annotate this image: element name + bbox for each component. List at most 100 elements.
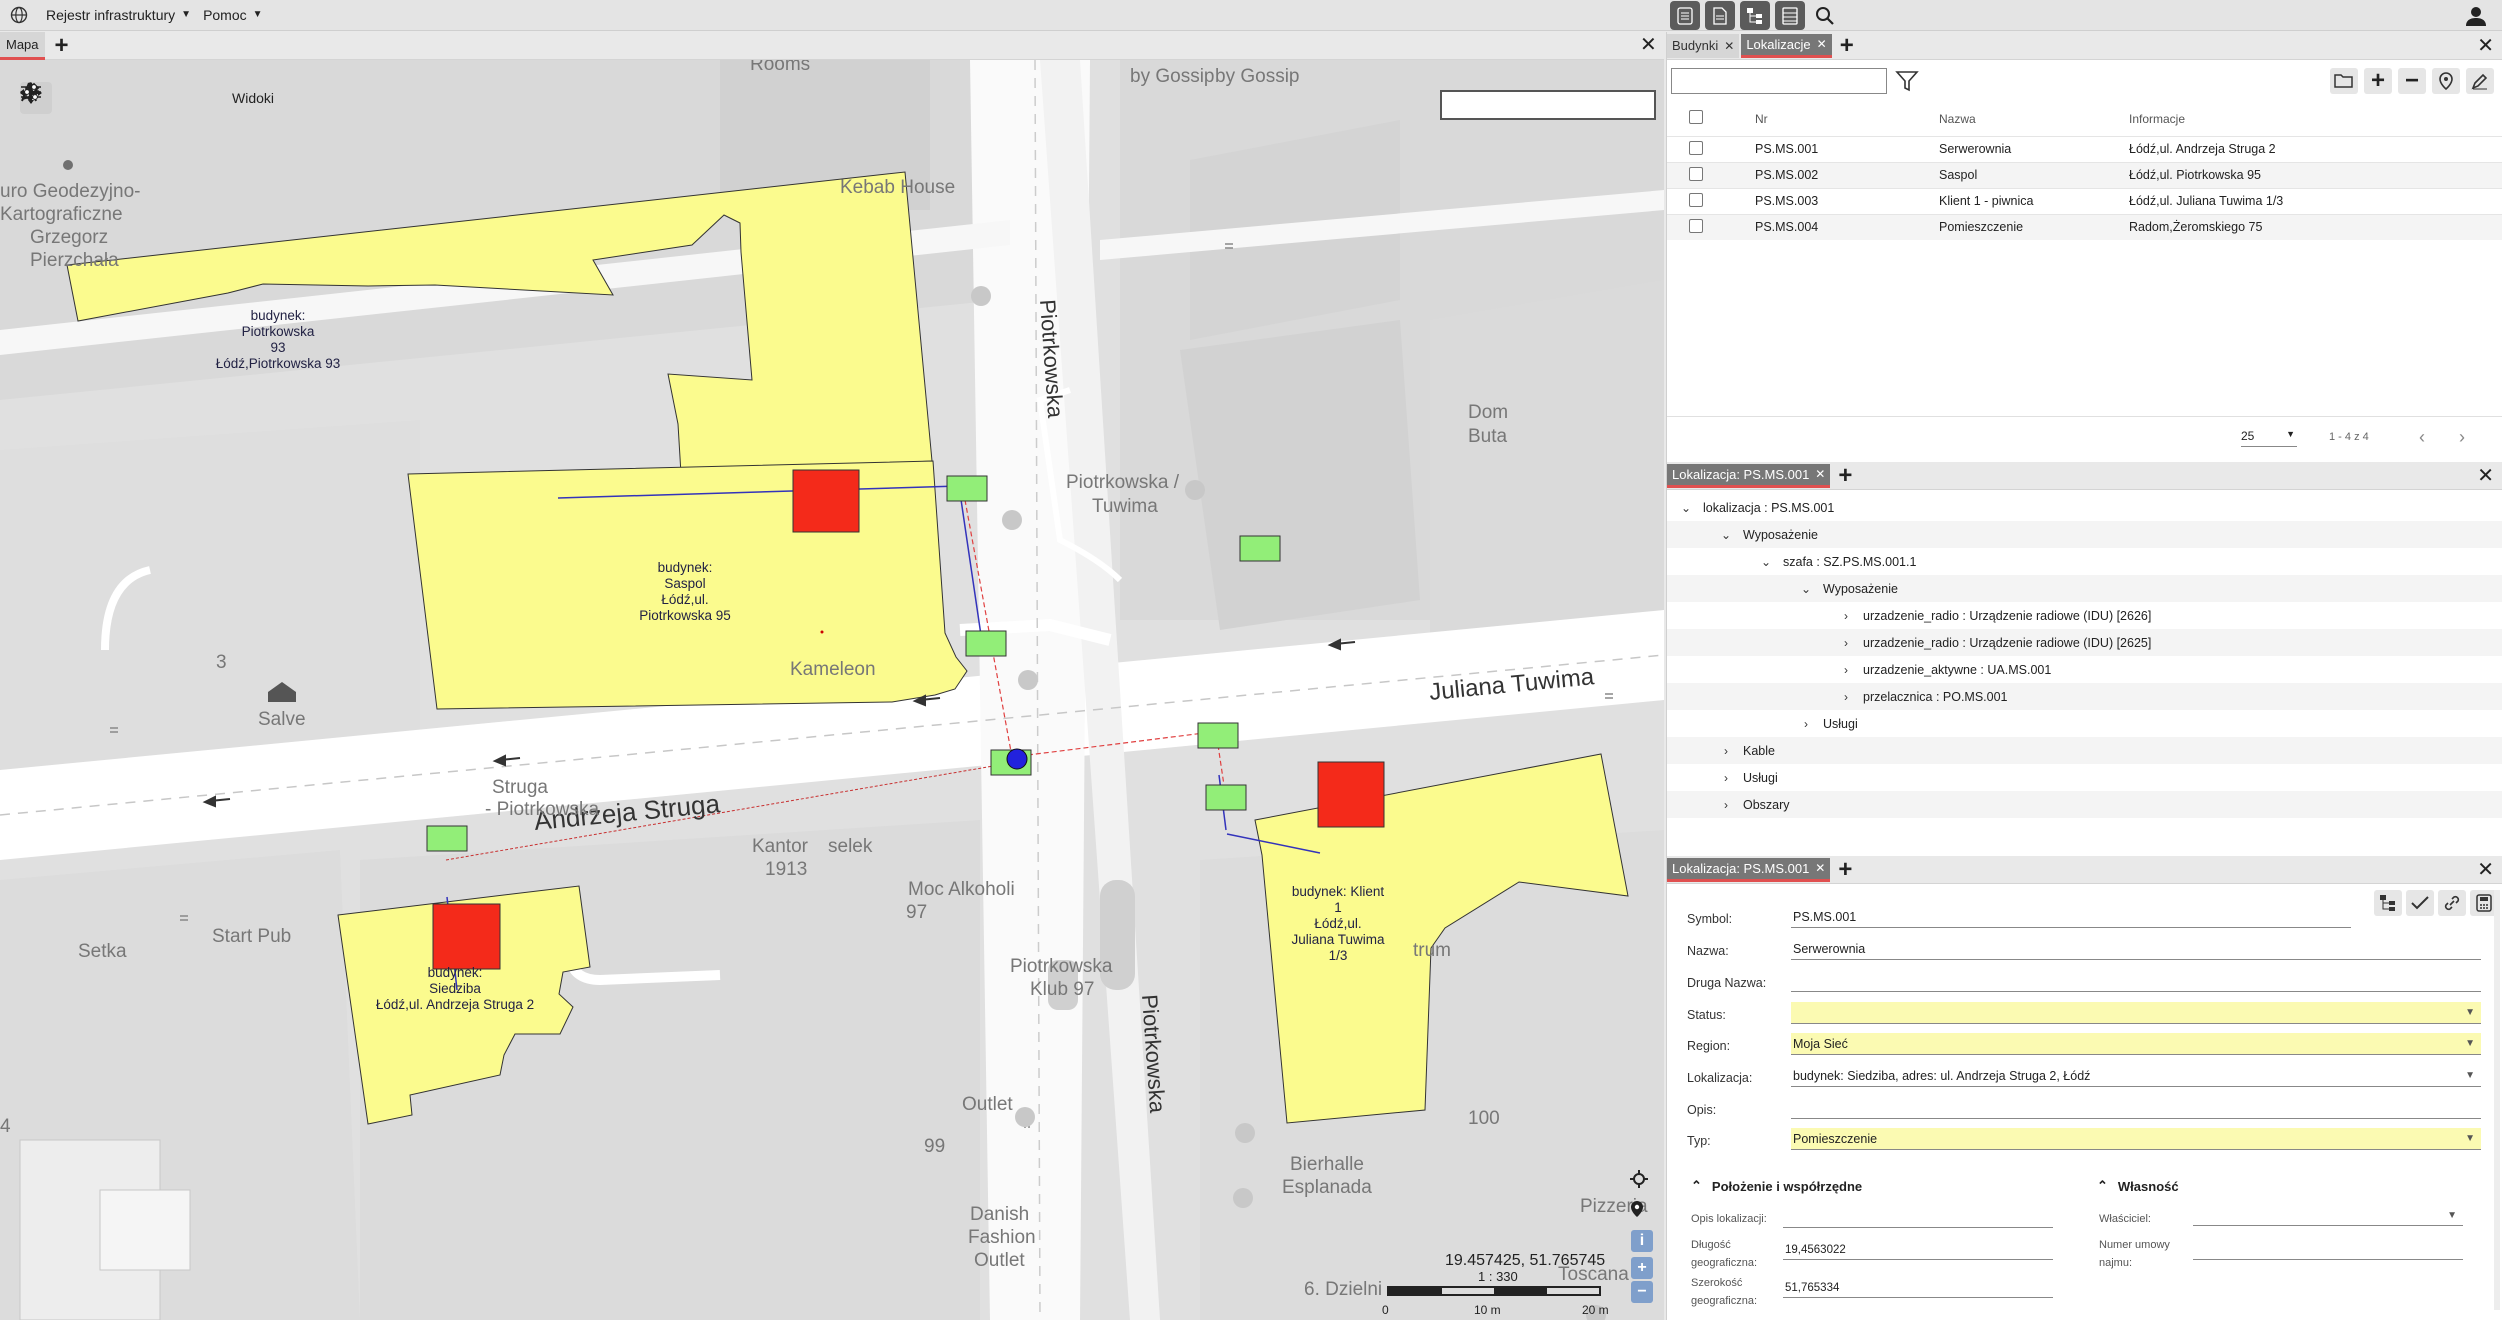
tab-lokalizacja-form[interactable]: Lokalizacja: PS.MS.001 ✕ bbox=[1667, 857, 1831, 882]
add-tab-icon[interactable]: + bbox=[1840, 33, 1854, 58]
row-checkbox[interactable] bbox=[1689, 166, 1703, 181]
tree-node[interactable]: ⌄ lokalizacja : PS.MS.001 bbox=[1667, 494, 2502, 521]
close-icon[interactable]: ✕ bbox=[1640, 35, 1657, 55]
tree-icon[interactable] bbox=[2374, 890, 2402, 916]
folder-open-icon[interactable] bbox=[2330, 68, 2358, 94]
user-icon[interactable] bbox=[2462, 2, 2490, 30]
tree-node[interactable]: › przelacznica : PO.MS.001 bbox=[1667, 683, 2502, 710]
zoom-out-icon[interactable]: − bbox=[1631, 1281, 1653, 1303]
pencil-icon[interactable] bbox=[21, 82, 92, 114]
table-row[interactable]: PS.MS.004 Pomieszczenie Radom,Żeromskieg… bbox=[1667, 213, 2502, 240]
list-icon[interactable] bbox=[1670, 1, 1700, 30]
lokalizacja-select[interactable]: budynek: Siedziba, adres: ul. Andrzeja S… bbox=[1791, 1065, 2481, 1087]
locate-crosshair-icon[interactable] bbox=[1630, 1170, 1652, 1192]
prev-page-icon[interactable]: ‹ bbox=[2419, 427, 2425, 448]
map-pin-icon[interactable] bbox=[1630, 1200, 1652, 1222]
tree-node[interactable]: › Usługi bbox=[1667, 710, 2502, 737]
tab-lokalizacje[interactable]: Lokalizacje ✕ bbox=[1741, 33, 1832, 58]
filter-icon[interactable] bbox=[1895, 69, 1923, 95]
close-tab-icon[interactable]: ✕ bbox=[1724, 39, 1734, 53]
tree-icon[interactable] bbox=[1740, 1, 1770, 30]
page-size-select[interactable]: 25 ▼ bbox=[2241, 429, 2297, 447]
chevron-right-icon[interactable]: › bbox=[1839, 690, 1853, 704]
druga-nazwa-field[interactable] bbox=[1791, 970, 2481, 992]
chevron-right-icon[interactable]: › bbox=[1719, 798, 1733, 812]
map-search-input[interactable] bbox=[1440, 90, 1656, 120]
chevron-right-icon[interactable]: › bbox=[1719, 771, 1733, 785]
add-tab-icon[interactable]: + bbox=[1838, 463, 1852, 488]
tree-node[interactable]: › Kable bbox=[1667, 737, 2502, 764]
symbol-field[interactable]: PS.MS.001 bbox=[1791, 906, 2351, 928]
close-tab-icon[interactable]: ✕ bbox=[1815, 467, 1825, 481]
chevron-right-icon[interactable]: › bbox=[1839, 636, 1853, 650]
link-icon[interactable] bbox=[2438, 890, 2466, 916]
close-tab-icon[interactable]: ✕ bbox=[1817, 37, 1827, 51]
tree-node[interactable]: ⌄ szafa : SZ.PS.MS.001.1 bbox=[1667, 548, 2502, 575]
nazwa-field[interactable]: Serwerownia bbox=[1791, 938, 2481, 960]
chevron-right-icon[interactable]: › bbox=[1839, 663, 1853, 677]
document-icon[interactable] bbox=[1705, 1, 1735, 30]
filter-input[interactable] bbox=[1671, 68, 1887, 94]
close-icon[interactable]: ✕ bbox=[2477, 860, 2494, 880]
column-header[interactable]: Nr bbox=[1707, 102, 1845, 136]
tree-node[interactable]: › urzadzenie_radio : Urządzenie radiowe (… bbox=[1667, 602, 2502, 629]
table-row[interactable]: PS.MS.001 Serwerownia Łódź,ul. Andrzeja … bbox=[1667, 135, 2502, 162]
ownership-section-header[interactable]: ⌃ Własność bbox=[2097, 1178, 2179, 1194]
row-checkbox[interactable] bbox=[1689, 140, 1703, 155]
opis-lokalizacji-field[interactable] bbox=[1783, 1208, 2053, 1228]
map-canvas[interactable]: Andrzeja Struga Juliana Tuwima Piotrkows… bbox=[0, 60, 1664, 1320]
checkmark-icon[interactable] bbox=[2406, 890, 2434, 916]
tree-node[interactable]: › urzadzenie_aktywne : UA.MS.001 bbox=[1667, 656, 2502, 683]
chevron-down-icon[interactable]: ⌄ bbox=[1799, 582, 1813, 596]
chevron-down-icon[interactable]: ⌄ bbox=[1719, 528, 1733, 542]
table-row[interactable]: PS.MS.003 Klient 1 - piwnica Łódź,ul. Ju… bbox=[1667, 187, 2502, 214]
add-tab-icon[interactable]: + bbox=[1838, 857, 1852, 882]
chevron-down-icon[interactable]: ⌄ bbox=[1759, 555, 1773, 569]
opis-field[interactable] bbox=[1791, 1097, 2481, 1119]
search-icon[interactable] bbox=[1810, 1, 1840, 30]
chevron-up-icon[interactable]: ⌃ bbox=[1691, 1178, 1702, 1194]
scrollbar[interactable] bbox=[2494, 890, 2500, 1310]
chevron-right-icon[interactable]: › bbox=[1839, 609, 1853, 623]
move-icon[interactable] bbox=[20, 82, 132, 114]
tab-lokalizacja-tree[interactable]: Lokalizacja: PS.MS.001 ✕ bbox=[1667, 463, 1831, 488]
layers-settings-icon[interactable] bbox=[21, 82, 212, 114]
owner-select[interactable]: ▼ bbox=[2193, 1206, 2463, 1226]
szerokosc-field[interactable]: 51,765334 bbox=[1783, 1278, 2053, 1298]
add-tab-icon[interactable]: + bbox=[55, 33, 69, 58]
edit-pencil-icon[interactable] bbox=[2466, 68, 2494, 94]
close-icon[interactable]: ✕ bbox=[2477, 36, 2494, 56]
contract-field[interactable] bbox=[2193, 1240, 2463, 1260]
tree-node[interactable]: › urzadzenie_radio : Urządzenie radiowe (… bbox=[1667, 629, 2502, 656]
close-icon[interactable]: ✕ bbox=[2477, 466, 2494, 486]
column-header[interactable]: Informacje bbox=[2057, 102, 2502, 136]
next-page-icon[interactable]: › bbox=[2459, 427, 2465, 448]
close-tab-icon[interactable]: ✕ bbox=[1815, 861, 1825, 875]
menu-pomoc[interactable]: Pomoc ▼ bbox=[203, 7, 262, 23]
table-icon[interactable] bbox=[1775, 1, 1805, 30]
tab-mapa[interactable]: Mapa bbox=[0, 31, 45, 60]
chevron-up-icon[interactable]: ⌃ bbox=[2097, 1178, 2108, 1194]
typ-select[interactable]: Pomieszczenie ▼ bbox=[1791, 1128, 2481, 1150]
map-view[interactable]: Andrzeja Struga Juliana Tuwima Piotrkows… bbox=[0, 60, 1664, 1320]
chevron-right-icon[interactable]: › bbox=[1719, 744, 1733, 758]
column-header[interactable]: Nazwa bbox=[1845, 102, 2057, 136]
select-all-checkbox[interactable] bbox=[1689, 110, 1703, 125]
chevron-down-icon[interactable]: ⌄ bbox=[1679, 501, 1693, 515]
map-pin-icon[interactable] bbox=[2432, 68, 2460, 94]
row-checkbox[interactable] bbox=[1689, 218, 1703, 233]
chevron-right-icon[interactable]: › bbox=[1799, 717, 1813, 731]
dlugosc-field[interactable]: 19,4563022 bbox=[1783, 1240, 2053, 1260]
table-row[interactable]: PS.MS.002 Saspol Łódź,ul. Piotrkowska 95 bbox=[1667, 161, 2502, 188]
views-button[interactable]: Widoki bbox=[232, 90, 274, 106]
status-select[interactable]: ▼ bbox=[1791, 1002, 2481, 1024]
remove-icon[interactable]: − bbox=[2398, 67, 2426, 94]
tree-node[interactable]: › Usługi bbox=[1667, 764, 2502, 791]
tree-node[interactable]: ⌄ Wyposażenie bbox=[1667, 575, 2502, 602]
region-select[interactable]: Moja Sieć ▼ bbox=[1791, 1033, 2481, 1055]
add-icon[interactable]: + bbox=[2364, 67, 2392, 94]
row-checkbox[interactable] bbox=[1689, 192, 1703, 207]
zoom-in-icon[interactable]: + bbox=[1631, 1257, 1653, 1279]
tab-budynki[interactable]: Budynki ✕ bbox=[1667, 33, 1740, 58]
globe-icon[interactable] bbox=[4, 0, 34, 31]
